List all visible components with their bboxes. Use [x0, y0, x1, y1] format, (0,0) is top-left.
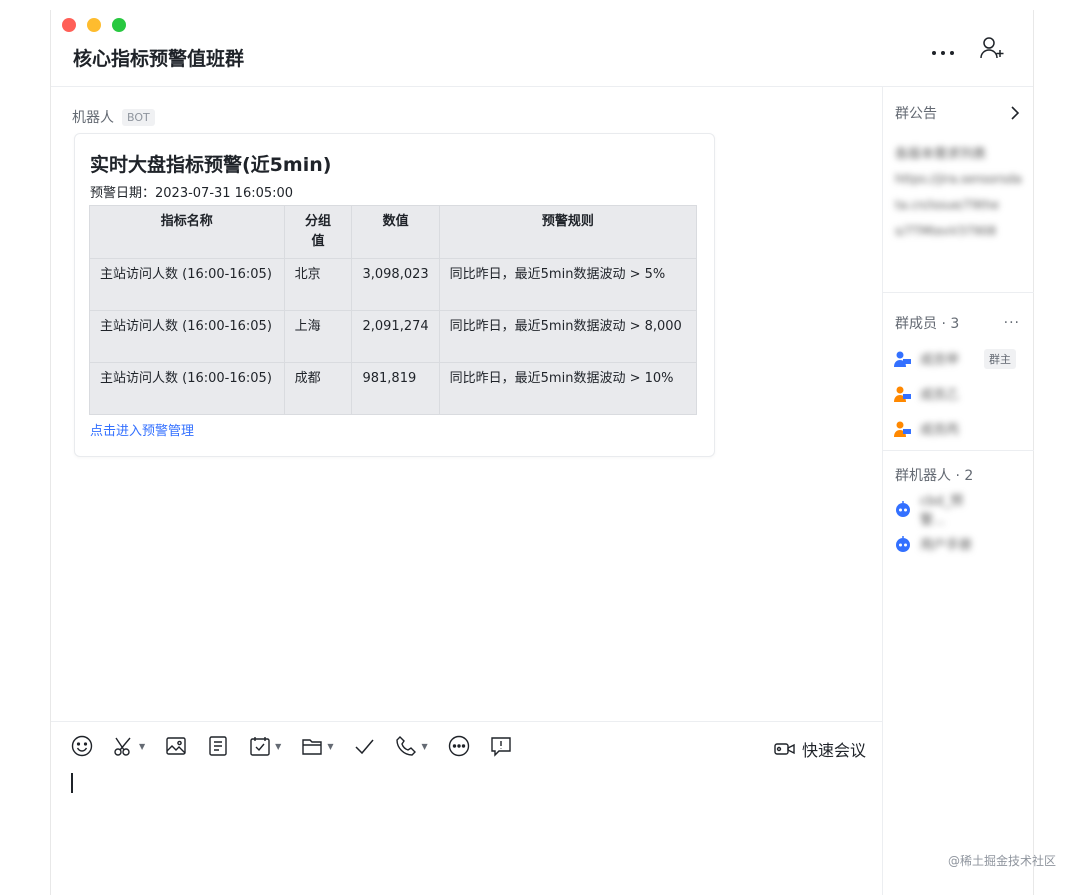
announcement-header[interactable]: 群公告	[883, 103, 1034, 123]
card-date: 预警日期：2023-07-31 16:05:00	[90, 186, 294, 201]
announcement-link: https://jira.sensorsdata.cn/issue/79the	[895, 172, 1022, 212]
composer-toolbar: ▼ ▼ ▼ ▼	[71, 735, 532, 757]
members-section: 群成员 · 3 ··· 成员甲 群主 成员乙 成员丙	[883, 313, 1034, 446]
members-header[interactable]: 群成员 · 3 ···	[883, 313, 1034, 333]
table-cell: 981,819	[351, 362, 440, 415]
announcement-section: 群公告 各版本需求列表 https://jira.sensorsdata.cn/…	[883, 103, 1034, 244]
bot-name: 用户手册	[920, 538, 973, 553]
source-watermark: @稀土掘金技术社区	[947, 854, 1056, 868]
alert-management-link[interactable]: 点击进入预警管理	[90, 420, 194, 439]
table-cell: 主站访问人数 (16:00-16:05)	[89, 310, 285, 363]
quick-meeting-label: 快速会议	[801, 741, 866, 760]
add-member-icon[interactable]	[979, 36, 1005, 64]
card-title: 实时大盘指标预警(近5min)	[90, 154, 332, 176]
bots-header[interactable]: 群机器人 · 2	[883, 465, 1034, 485]
table-header-row: 指标名称 分组值 数值 预警规则	[89, 205, 698, 259]
screenshot-icon[interactable]: ▼	[113, 735, 145, 757]
robot-icon	[896, 535, 910, 552]
quick-meeting-button[interactable]: 快速会议	[774, 737, 866, 761]
table-cell: 2,091,274	[351, 310, 440, 363]
user-icon	[894, 421, 911, 437]
announcement-title: 群公告	[895, 106, 937, 122]
image-icon[interactable]	[165, 735, 187, 757]
minimize-window-button[interactable]	[87, 18, 101, 32]
column-header: 分组值	[283, 205, 353, 259]
table-row: 主站访问人数 (16:00-16:05) 成都 981,819 同比昨日，最近5…	[89, 362, 698, 415]
table-cell: 3,098,023	[351, 258, 440, 311]
chat-window: 核心指标预警值班群 机器人 BOT 实时大盘指标预警(近5min) 预警日期：2…	[50, 10, 1034, 895]
maximize-window-button[interactable]	[112, 18, 126, 32]
table-cell: 主站访问人数 (16:00-16:05)	[89, 362, 285, 415]
member-item[interactable]: 成员乙	[883, 376, 1034, 411]
document-icon[interactable]	[207, 735, 229, 757]
column-header: 预警规则	[438, 205, 698, 259]
column-header: 数值	[351, 205, 440, 259]
folder-icon[interactable]: ▼	[301, 735, 333, 757]
robot-icon	[896, 500, 910, 517]
owner-badge: 群主	[984, 348, 1016, 369]
chat-title: 核心指标预警值班群	[73, 48, 245, 70]
more-icon[interactable]	[448, 735, 470, 757]
user-icon	[894, 386, 911, 402]
alert-table: 指标名称 分组值 数值 预警规则 主站访问人数 (16:00-16:05) 北京…	[89, 205, 698, 415]
emoji-icon[interactable]	[71, 735, 93, 757]
table-cell: 同比昨日，最近5min数据波动 > 5%	[438, 258, 698, 311]
info-sidebar: 群公告 各版本需求列表 https://jira.sensorsdata.cn/…	[882, 87, 1034, 895]
more-options-icon[interactable]	[931, 41, 955, 60]
alert-card: 实时大盘指标预警(近5min) 预警日期：2023-07-31 16:05:00…	[74, 133, 715, 457]
table-row: 主站访问人数 (16:00-16:05) 上海 2,091,274 同比昨日，最…	[89, 310, 698, 363]
message-area: 机器人 BOT 实时大盘指标预警(近5min) 预警日期：2023-07-31 …	[51, 87, 882, 895]
phone-icon[interactable]: ▼	[395, 735, 428, 757]
table-cell: 同比昨日，最近5min数据波动 > 8,000	[438, 310, 698, 363]
text-input-cursor[interactable]	[71, 773, 73, 793]
column-header: 指标名称	[89, 205, 285, 259]
member-name: 成员丙	[920, 423, 960, 438]
bot-name: cbd_预警...	[920, 493, 964, 528]
announcement-link-tail: s/7TMtevV37908	[895, 224, 997, 238]
close-window-button[interactable]	[62, 18, 76, 32]
bots-section: 群机器人 · 2 cbd_预警... 用户手册	[883, 465, 1034, 561]
member-item[interactable]: 成员丙	[883, 411, 1034, 446]
table-cell: 北京	[283, 258, 353, 311]
message-flag-icon[interactable]	[490, 735, 512, 757]
members-title: 群成员 · 3	[895, 316, 960, 332]
window-controls	[62, 18, 126, 32]
bot-item[interactable]: 用户手册	[883, 526, 1034, 561]
table-cell: 上海	[283, 310, 353, 363]
table-row: 主站访问人数 (16:00-16:05) 北京 3,098,023 同比昨日，最…	[89, 258, 698, 311]
announcement-text: 各版本需求列表	[895, 147, 987, 162]
user-icon	[894, 351, 911, 367]
member-item[interactable]: 成员甲 群主	[883, 341, 1034, 376]
check-icon[interactable]	[353, 735, 375, 757]
bots-title: 群机器人 · 2	[895, 468, 974, 484]
chevron-right-icon	[1011, 106, 1020, 120]
member-name: 成员乙	[920, 388, 960, 403]
table-cell: 同比昨日，最近5min数据波动 > 10%	[438, 362, 698, 415]
sender-name: 机器人	[72, 110, 114, 126]
bot-item[interactable]: cbd_预警...	[883, 491, 1034, 528]
message-sender: 机器人 BOT	[72, 107, 155, 127]
bot-badge: BOT	[122, 108, 155, 126]
more-horizontal-icon[interactable]: ···	[1004, 315, 1020, 331]
task-icon[interactable]: ▼	[249, 735, 281, 757]
table-cell: 主站访问人数 (16:00-16:05)	[89, 258, 285, 311]
member-name: 成员甲	[920, 353, 960, 368]
table-cell: 成都	[283, 362, 353, 415]
video-camera-icon	[774, 743, 795, 755]
